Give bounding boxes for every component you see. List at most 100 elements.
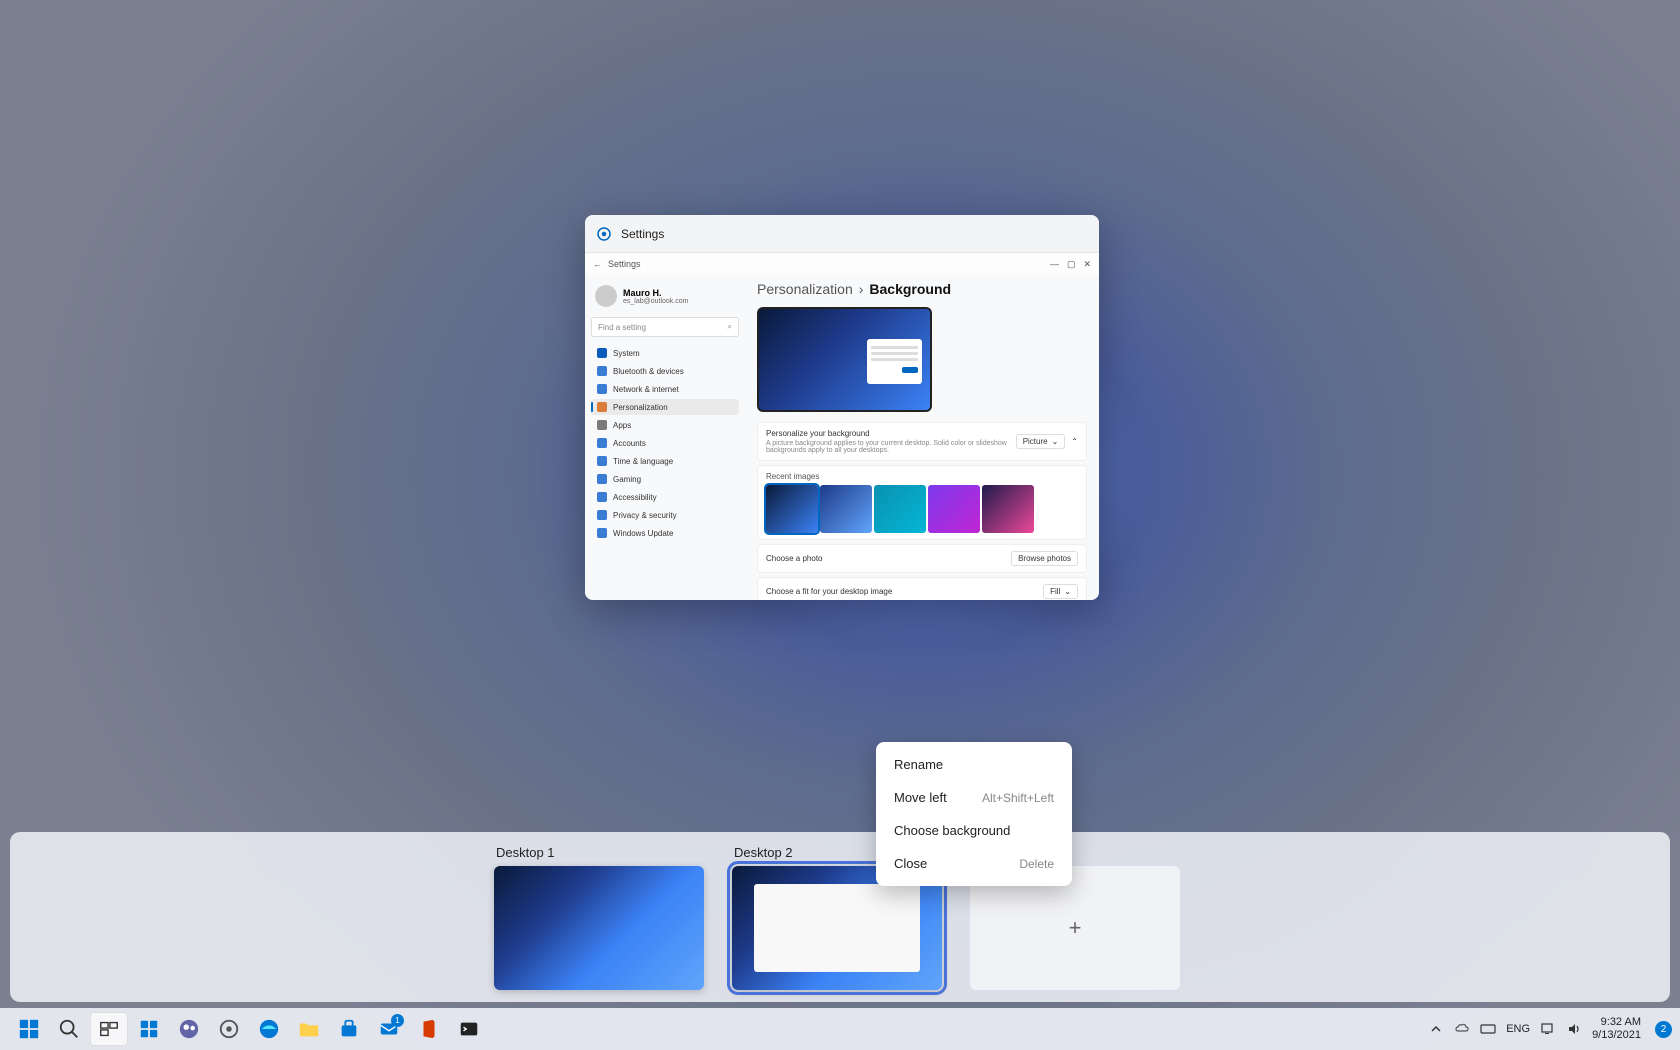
gear-icon [218, 1018, 240, 1040]
context-rename[interactable]: Rename [876, 748, 1072, 781]
sidebar-item-personalization[interactable]: Personalization [591, 399, 739, 415]
terminal-button[interactable] [450, 1012, 488, 1046]
system-icon [597, 348, 607, 358]
edge-button[interactable] [250, 1012, 288, 1046]
widgets-button[interactable] [130, 1012, 168, 1046]
network-tray-icon[interactable] [1540, 1021, 1556, 1037]
settings-titlebar: Settings [585, 215, 1099, 253]
close-icon[interactable]: ✕ [1083, 259, 1091, 270]
desktop-1-thumbnail[interactable] [494, 866, 704, 990]
chevron-down-icon: ⌄ [1064, 587, 1071, 596]
update-icon [597, 528, 607, 538]
recent-images: Recent images [757, 465, 1087, 540]
date: 9/13/2021 [1592, 1029, 1641, 1042]
sidebar-item-accessibility[interactable]: Accessibility [591, 489, 739, 505]
onedrive-icon[interactable] [1454, 1021, 1470, 1037]
privacy-icon [597, 510, 607, 520]
fit-dropdown[interactable]: Fill⌄ [1043, 584, 1078, 599]
volume-icon[interactable] [1566, 1021, 1582, 1037]
desktop-preview [757, 307, 932, 412]
sidebar-item-time[interactable]: Time & language [591, 453, 739, 469]
taskbar: 1 ENG 9:32 AM 9/13/2021 2 [0, 1008, 1680, 1050]
apps-icon [597, 420, 607, 430]
search-icon: ⌕ [728, 322, 732, 332]
sidebar-item-apps[interactable]: Apps [591, 417, 739, 433]
clock[interactable]: 9:32 AM 9/13/2021 [1592, 1016, 1645, 1042]
explorer-button[interactable] [290, 1012, 328, 1046]
breadcrumb-parent[interactable]: Personalization [757, 281, 853, 297]
start-button[interactable] [10, 1012, 48, 1046]
settings-window-thumbnail[interactable]: Settings ← Settings — ▢ ✕ Mauro H. es_la… [585, 215, 1099, 600]
sidebar-item-system[interactable]: System [591, 345, 739, 361]
avatar [595, 285, 617, 307]
sidebar-item-accounts[interactable]: Accounts [591, 435, 739, 451]
virtual-desktop-bar: Desktop 1 Desktop 2 + [10, 832, 1670, 1002]
edge-icon [258, 1018, 280, 1040]
mail-badge: 1 [391, 1014, 404, 1027]
sidebar-user[interactable]: Mauro H. es_lab@outlook.com [591, 281, 739, 311]
accessibility-icon [597, 492, 607, 502]
breadcrumb-sep: › [859, 281, 864, 297]
back-icon[interactable]: ← [593, 259, 602, 269]
desktop-1-label: Desktop 1 [494, 845, 704, 860]
personalize-background-row[interactable]: Personalize your background A picture ba… [757, 422, 1087, 461]
recent-image-4[interactable] [928, 485, 980, 533]
personalize-desc: A picture background applies to your cur… [766, 440, 1016, 454]
settings-main: Personalization › Background Personalize… [745, 275, 1099, 600]
context-move-left[interactable]: Move left Alt+Shift+Left [876, 781, 1072, 814]
browse-photos-button[interactable]: Browse photos [1011, 551, 1078, 566]
user-name: Mauro H. [623, 288, 688, 298]
terminal-icon [458, 1018, 480, 1040]
context-choose-background[interactable]: Choose background [876, 814, 1072, 847]
search-icon [58, 1018, 80, 1040]
notification-badge[interactable]: 2 [1655, 1021, 1672, 1038]
teams-button[interactable] [170, 1012, 208, 1046]
keyboard-icon[interactable] [1480, 1021, 1496, 1037]
recent-images-label: Recent images [766, 472, 1078, 481]
language-indicator[interactable]: ENG [1506, 1023, 1530, 1035]
choose-photo-label: Choose a photo [766, 554, 823, 563]
chevron-up-icon[interactable]: ⌃ [1071, 437, 1078, 446]
search-button[interactable] [50, 1012, 88, 1046]
tray-overflow[interactable] [1428, 1021, 1444, 1037]
system-tray: ENG 9:32 AM 9/13/2021 2 [1428, 1016, 1672, 1042]
store-button[interactable] [330, 1012, 368, 1046]
minimize-icon[interactable]: — [1050, 259, 1059, 270]
accounts-icon [597, 438, 607, 448]
settings-taskbar-button[interactable] [210, 1012, 248, 1046]
time-icon [597, 456, 607, 466]
gaming-icon [597, 474, 607, 484]
sidebar-item-gaming[interactable]: Gaming [591, 471, 739, 487]
network-icon [597, 384, 607, 394]
task-view-button[interactable] [90, 1012, 128, 1046]
recent-image-3[interactable] [874, 485, 926, 533]
maximize-icon[interactable]: ▢ [1067, 259, 1076, 270]
personalization-icon [597, 402, 607, 412]
recent-image-1[interactable] [766, 485, 818, 533]
background-type-dropdown[interactable]: Picture⌄ [1016, 434, 1066, 449]
choose-fit-row: Choose a fit for your desktop image Fill… [757, 577, 1087, 600]
choose-photo-row: Choose a photo Browse photos [757, 544, 1087, 573]
breadcrumb: Personalization › Background [757, 281, 1087, 297]
folder-icon [298, 1018, 320, 1040]
search-input[interactable]: Find a setting ⌕ [591, 317, 739, 337]
windows-icon [18, 1018, 40, 1040]
sidebar-item-network[interactable]: Network & internet [591, 381, 739, 397]
desktop-tile-1[interactable]: Desktop 1 [494, 845, 704, 990]
sidebar-item-bluetooth[interactable]: Bluetooth & devices [591, 363, 739, 379]
settings-subheader: Settings [608, 259, 641, 269]
context-close[interactable]: Close Delete [876, 847, 1072, 880]
recent-image-5[interactable] [982, 485, 1034, 533]
sidebar-item-privacy[interactable]: Privacy & security [591, 507, 739, 523]
teams-icon [178, 1018, 200, 1040]
mail-button[interactable]: 1 [370, 1012, 408, 1046]
office-button[interactable] [410, 1012, 448, 1046]
office-icon [418, 1018, 440, 1040]
chevron-down-icon: ⌄ [1052, 437, 1059, 446]
recent-image-2[interactable] [820, 485, 872, 533]
task-view-icon [98, 1018, 120, 1040]
choose-fit-label: Choose a fit for your desktop image [766, 587, 892, 596]
window-title: Settings [621, 227, 664, 241]
sidebar-item-update[interactable]: Windows Update [591, 525, 739, 541]
settings-sub-titlebar: ← Settings — ▢ ✕ [585, 253, 1099, 275]
